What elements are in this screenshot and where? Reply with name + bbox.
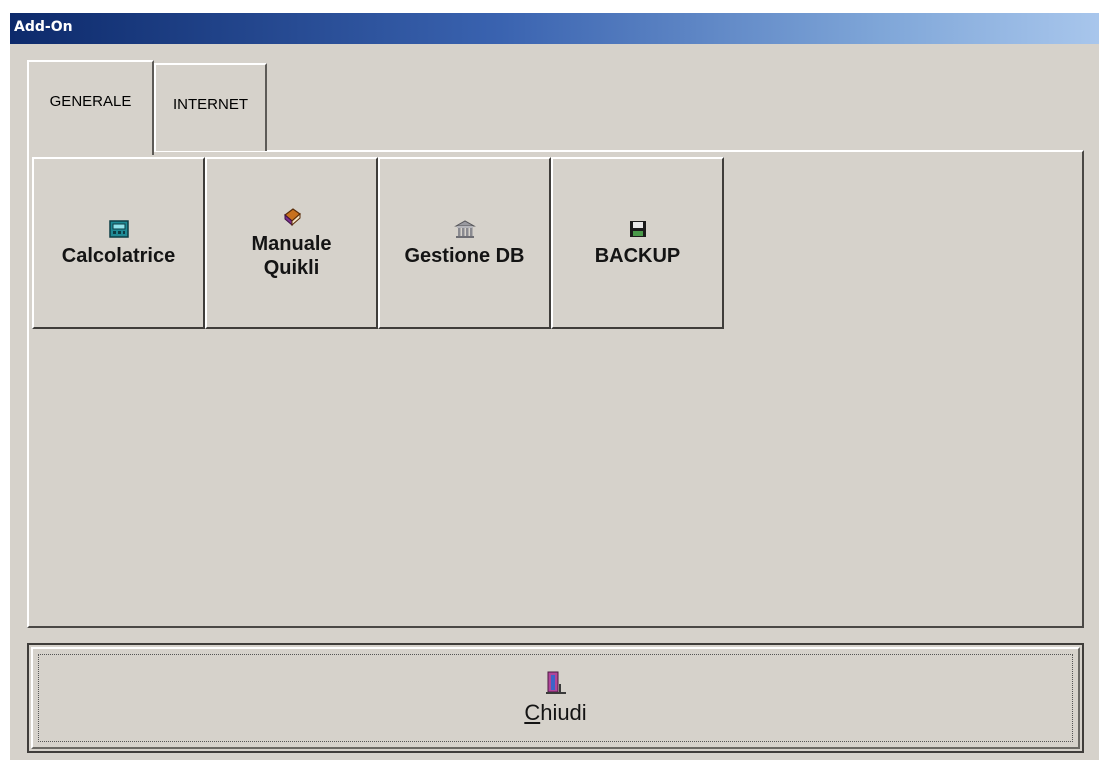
backup-label: BACKUP	[594, 245, 681, 267]
tab-generale[interactable]: GENERALE	[27, 60, 154, 155]
window-title: Add-On	[14, 19, 73, 35]
focus-rectangle	[38, 654, 1073, 742]
add-on-window: Add-On GENERALE INTERNET Calcolatrice Ma…	[10, 13, 1099, 760]
tab-generale-label: GENERALE	[49, 93, 132, 110]
chiudi-button[interactable]: Chiudi	[31, 647, 1080, 749]
calculator-icon	[108, 220, 129, 238]
manuale-quikli-label: Manuale Quikli	[251, 233, 332, 279]
gestione-db-label: Gestione DB	[404, 245, 525, 267]
close-button-frame: Chiudi	[27, 643, 1084, 753]
title-bar[interactable]: Add-On	[10, 13, 1099, 44]
tab-internet-label: INTERNET	[173, 95, 248, 113]
calcolatrice-label: Calcolatrice	[61, 245, 176, 267]
floppy-disk-icon	[629, 221, 646, 237]
manuale-quikli-button[interactable]: Manuale Quikli	[205, 157, 378, 329]
backup-button[interactable]: BACKUP	[551, 157, 724, 329]
calcolatrice-button[interactable]: Calcolatrice	[32, 157, 205, 329]
book-icon	[283, 208, 301, 227]
gestione-db-button[interactable]: Gestione DB	[378, 157, 551, 329]
tab-internet[interactable]: INTERNET	[154, 63, 267, 151]
tab-panel-generale: Calcolatrice Manuale Quikli Gestione DB	[27, 150, 1084, 628]
database-building-icon	[453, 220, 476, 238]
